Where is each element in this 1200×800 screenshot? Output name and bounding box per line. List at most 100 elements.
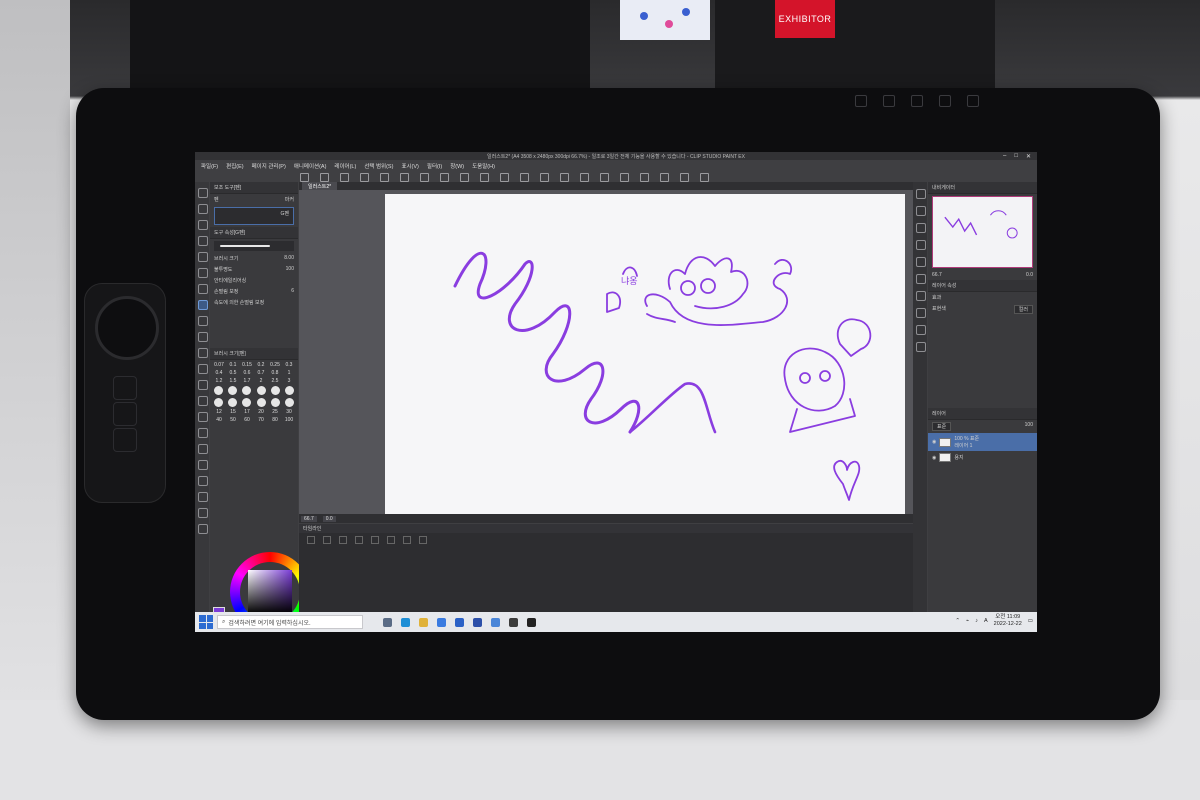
drawing-paper[interactable]: 냐옹 (385, 194, 905, 514)
store-icon[interactable] (437, 617, 446, 627)
balloon-tool-icon[interactable] (198, 508, 208, 518)
volume-icon[interactable]: ♪ (975, 618, 978, 624)
operation-tool-icon[interactable] (198, 220, 208, 230)
navigator-angle[interactable]: 0.0 (1026, 272, 1033, 278)
eraser-tool-icon[interactable] (198, 380, 208, 390)
gradient-tool-icon[interactable] (198, 428, 208, 438)
auto-action-icon[interactable] (916, 291, 926, 301)
visibility-icon[interactable]: ◉ (932, 455, 936, 461)
touch-ring[interactable] (95, 296, 159, 360)
zoom-tool-icon[interactable] (198, 188, 208, 198)
mail-icon[interactable] (455, 617, 464, 627)
invert-icon[interactable] (560, 172, 569, 182)
redo-icon[interactable] (440, 172, 449, 182)
timeline-stop-icon[interactable] (339, 536, 347, 544)
express-key-remote[interactable] (84, 283, 166, 503)
express-key-1[interactable] (113, 376, 137, 400)
canvas-zoom[interactable]: 66.7 (301, 515, 317, 522)
menu-window[interactable]: 창(W) (450, 162, 464, 170)
express-key-2[interactable] (113, 402, 137, 426)
edge-icon[interactable] (401, 617, 410, 627)
assets-icon[interactable] (680, 172, 689, 182)
history-icon[interactable] (916, 257, 926, 267)
selection-tool-icon[interactable] (198, 252, 208, 262)
layer-row[interactable]: ◉ 100 % 표준 레이어 1 (928, 433, 1037, 451)
menu-help[interactable]: 도움말(H) (472, 162, 495, 170)
canvas-angle[interactable]: 0.0 (322, 515, 336, 522)
settings-key-icon[interactable] (939, 95, 951, 107)
subview-icon[interactable] (916, 206, 926, 216)
move-tool-icon[interactable] (198, 204, 208, 214)
open-icon[interactable] (320, 172, 329, 182)
info-icon[interactable] (700, 172, 709, 182)
ruler-icon[interactable] (600, 172, 609, 182)
clip-studio-paint-icon[interactable] (527, 617, 536, 627)
timeline-prev-icon[interactable] (355, 536, 363, 544)
visibility-icon[interactable]: ◉ (932, 439, 936, 445)
navigator-icon[interactable] (916, 189, 926, 199)
transform-icon[interactable] (500, 172, 509, 182)
airbrush-tool-icon[interactable] (198, 348, 208, 358)
undo-icon[interactable] (420, 172, 429, 182)
navigator-preview[interactable] (932, 196, 1033, 268)
pen-tool-icon[interactable] (198, 300, 208, 310)
timeline-new-icon[interactable] (307, 536, 315, 544)
menu-edit[interactable]: 편집(E) (226, 162, 243, 170)
correct-line-tool-icon[interactable] (198, 524, 208, 534)
share-icon[interactable] (380, 172, 389, 182)
brush-size-grid-2[interactable]: 12 15 17 20 25 30 40 50 60 70 80 100 (213, 409, 295, 423)
new-icon[interactable] (300, 172, 309, 182)
decoration-tool-icon[interactable] (198, 364, 208, 374)
timeline-play-icon[interactable] (323, 536, 331, 544)
notification-icon[interactable]: ▭ (1028, 618, 1033, 624)
navigator-zoom[interactable]: 66.7 (932, 272, 942, 278)
pen-key-icon[interactable] (883, 95, 895, 107)
item-bank-icon[interactable] (916, 342, 926, 352)
color-square[interactable] (248, 570, 292, 614)
opacity-row[interactable]: 불투명도 100 (210, 264, 298, 275)
timeline-cel-icon[interactable] (419, 536, 427, 544)
menu-layer[interactable]: 레이어(L) (334, 162, 356, 170)
print-icon[interactable] (400, 172, 409, 182)
menu-file[interactable]: 파일(F) (201, 162, 218, 170)
tab-marker[interactable]: 마커 (285, 196, 294, 203)
fill-icon[interactable] (480, 172, 489, 182)
blend-mode-select[interactable]: 표준 (932, 422, 952, 431)
file-explorer-icon[interactable] (419, 617, 428, 627)
save-icon[interactable] (340, 172, 349, 182)
timeline-next-icon[interactable] (371, 536, 379, 544)
brush-size-grid[interactable]: 0.07 0.1 0.15 0.2 0.25 0.3 0.4 0.5 0.6 0.7 0.8 1… (213, 362, 295, 384)
frame-tool-icon[interactable] (198, 460, 208, 470)
search-layer-icon[interactable] (916, 274, 926, 284)
expression-select[interactable]: 컬러 (1013, 305, 1033, 314)
taskbar-search[interactable]: ⌕ 검색하려면 여기에 입력하십시오. (217, 615, 363, 629)
document-tab[interactable]: 일러스트2* (302, 182, 338, 190)
figure-tool-icon[interactable] (198, 444, 208, 454)
lasso-tool-icon[interactable] (198, 268, 208, 278)
snap-icon[interactable] (580, 172, 589, 182)
settings-icon[interactable] (640, 172, 649, 182)
grid-icon[interactable] (620, 172, 629, 182)
menu-selection[interactable]: 선택 범위(S) (364, 162, 393, 170)
timeline-loop-icon[interactable] (387, 536, 395, 544)
clip-studio-icon[interactable] (509, 617, 518, 627)
stabilization-row[interactable]: 손떨림 보정 6 (210, 286, 298, 297)
antialias-row[interactable]: 안티에일리어싱 (210, 275, 298, 286)
export-icon[interactable] (360, 172, 369, 182)
layer-opacity[interactable]: 100 (1025, 422, 1033, 431)
app-icon-1[interactable] (473, 617, 482, 627)
fill-tool-icon[interactable] (198, 412, 208, 422)
blend-tool-icon[interactable] (198, 396, 208, 406)
crop-icon[interactable] (540, 172, 549, 182)
ruler-tool-icon[interactable] (198, 476, 208, 486)
brush-size-row[interactable]: 브러시 크기 8.00 (210, 253, 298, 264)
express-key-3[interactable] (113, 428, 137, 452)
timeline-onion-icon[interactable] (403, 536, 411, 544)
touch-key-icon[interactable] (967, 95, 979, 107)
text-tool-icon[interactable] (198, 492, 208, 502)
task-view-icon[interactable] (383, 617, 392, 627)
app-icon-2[interactable] (491, 617, 500, 627)
minimize-icon[interactable]: – (1003, 153, 1006, 160)
tab-pen[interactable]: 펜 (214, 196, 219, 203)
ime-indicator[interactable]: A (984, 618, 988, 624)
